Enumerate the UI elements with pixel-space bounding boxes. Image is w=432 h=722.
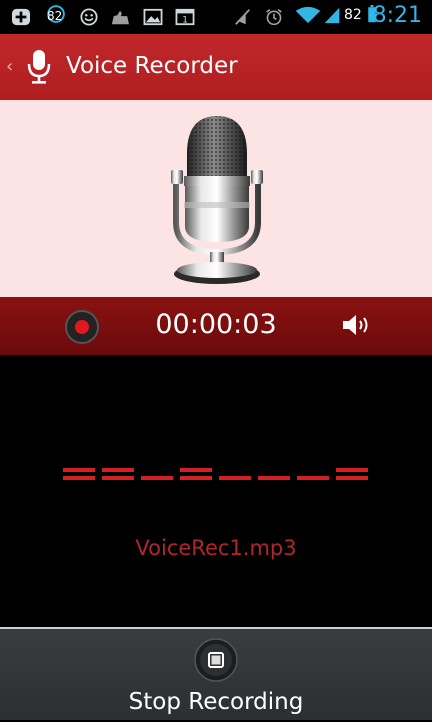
notification-count: 82 xyxy=(47,9,63,23)
level-meter-segment xyxy=(336,476,368,480)
microphone-app-icon[interactable] xyxy=(26,48,52,86)
signal-icon xyxy=(324,7,340,24)
svg-text:1: 1 xyxy=(182,15,188,25)
battery-percent: 82 xyxy=(344,7,362,23)
smiley-icon xyxy=(80,8,98,26)
image-icon xyxy=(143,8,163,26)
microphone-illustration-panel xyxy=(0,100,432,297)
level-meter-segment xyxy=(297,476,329,480)
recording-filename: VoiceRec1.mp3 xyxy=(135,536,297,560)
studio-microphone-icon xyxy=(171,116,263,284)
level-meter-segment xyxy=(102,468,134,472)
app-title: Voice Recorder xyxy=(66,53,238,79)
level-meter-segment xyxy=(336,468,368,472)
back-icon[interactable]: ‹ xyxy=(6,56,13,77)
level-meter-segment xyxy=(219,476,251,480)
wifi-icon xyxy=(295,6,321,24)
speaker-volume-icon[interactable] xyxy=(341,313,373,337)
stop-icon xyxy=(194,638,238,682)
action-bar: ‹ Voice Recorder xyxy=(0,34,432,100)
add-icon xyxy=(12,8,30,26)
level-meter-segment xyxy=(180,468,212,472)
level-meter-segment xyxy=(102,476,134,480)
mute-icon xyxy=(235,9,250,25)
level-meter-segment xyxy=(141,476,173,480)
android-icon xyxy=(111,10,129,25)
alarm-icon xyxy=(266,8,282,26)
status-time: 8:21 xyxy=(372,3,422,28)
level-meter-segment xyxy=(63,476,95,480)
level-meter-segment xyxy=(258,476,290,480)
stop-recording-label: Stop Recording xyxy=(128,689,304,715)
recorder-control-bar: 00:00:03 xyxy=(0,297,432,355)
stop-recording-button[interactable]: Stop Recording xyxy=(0,629,432,722)
audio-level-meter xyxy=(63,468,369,488)
bottom-action-bar: Stop Recording xyxy=(0,627,432,720)
level-meter-segment xyxy=(180,476,212,480)
recording-area: VoiceRec1.mp3 xyxy=(0,355,432,627)
status-bar: 82 1 82 8:21 xyxy=(0,0,432,34)
calendar-icon: 1 xyxy=(175,8,195,25)
level-meter-segment xyxy=(63,468,95,472)
